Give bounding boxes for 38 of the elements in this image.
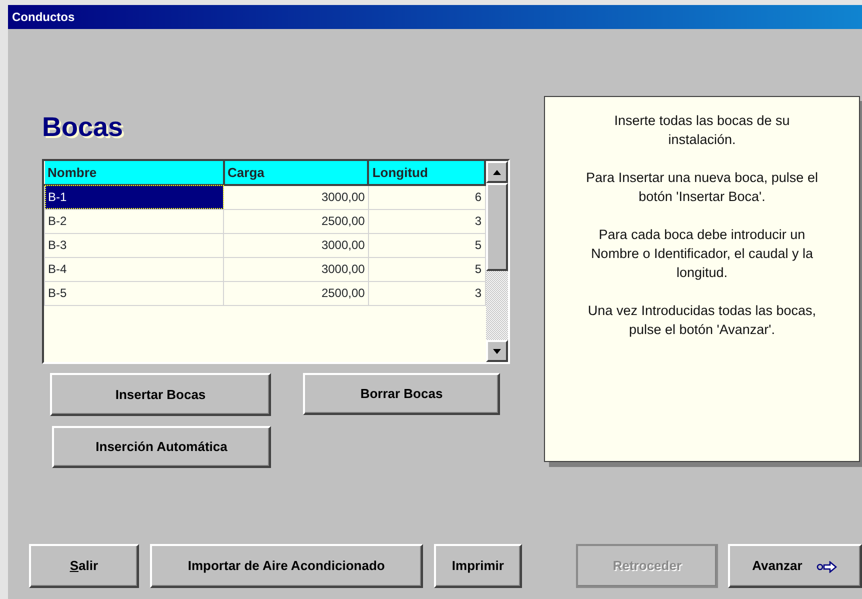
insert-button[interactable]: Inserción Automática <box>52 426 271 468</box>
import-button[interactable]: Importar de Aire Acondicionado <box>150 544 423 588</box>
column-header[interactable]: Longitud <box>368 161 485 185</box>
table-cell[interactable]: 3000,00 <box>224 233 368 257</box>
help-paragraph: Para cada boca debe introducir un Nombre o Identificador, el caudal y la longitud. <box>590 226 814 282</box>
table-cell[interactable]: 2500,00 <box>224 281 368 305</box>
column-header[interactable]: Carga <box>224 161 368 185</box>
scroll-down-button[interactable] <box>486 340 508 362</box>
scroll-up-button[interactable] <box>486 161 508 183</box>
insert-button[interactable]: Insertar Bocas <box>50 373 271 416</box>
table-cell[interactable]: B-4 <box>44 257 224 281</box>
column-header[interactable]: Nombre <box>44 161 224 185</box>
table-cell[interactable]: B-3 <box>44 233 224 257</box>
help-paragraph: Para Insertar una nueva boca, pulse el botón 'Insertar Boca'. <box>585 169 819 206</box>
table-cell[interactable]: 3000,00 <box>224 185 368 209</box>
next-button[interactable]: Avanzar <box>728 544 862 588</box>
table-cell[interactable]: 3 <box>368 209 485 233</box>
help-paragraph: Una vez Introducidas todas las bocas, pulse el botón 'Avanzar'. <box>586 302 818 339</box>
scroll-thumb[interactable] <box>486 183 508 271</box>
right-arrow-icon <box>816 560 838 573</box>
table-cell[interactable]: 2500,00 <box>224 209 368 233</box>
table-cell[interactable]: B-5 <box>44 281 224 305</box>
table-cell[interactable]: 5 <box>368 233 485 257</box>
table-cell[interactable]: 3000,00 <box>224 257 368 281</box>
window-title: Conductos <box>8 5 862 29</box>
table-cell[interactable]: 5 <box>368 257 485 281</box>
scrollbar[interactable] <box>486 161 508 362</box>
table-cell[interactable]: B-2 <box>44 209 224 233</box>
table-cell[interactable]: 3 <box>368 281 485 305</box>
section-heading: Bocas <box>42 112 124 142</box>
exit-button[interactable]: Salir <box>29 544 139 588</box>
table-cell[interactable]: B-1 <box>44 185 224 209</box>
delete-button[interactable]: Borrar Bocas <box>303 373 500 415</box>
table-cell[interactable]: 6 <box>368 185 485 209</box>
down-arrow-icon <box>493 348 501 354</box>
up-arrow-icon <box>493 170 501 174</box>
print-button[interactable]: Imprimir <box>434 544 522 588</box>
help-paragraph: Inserte todas las bocas de su instalación. <box>613 112 791 149</box>
